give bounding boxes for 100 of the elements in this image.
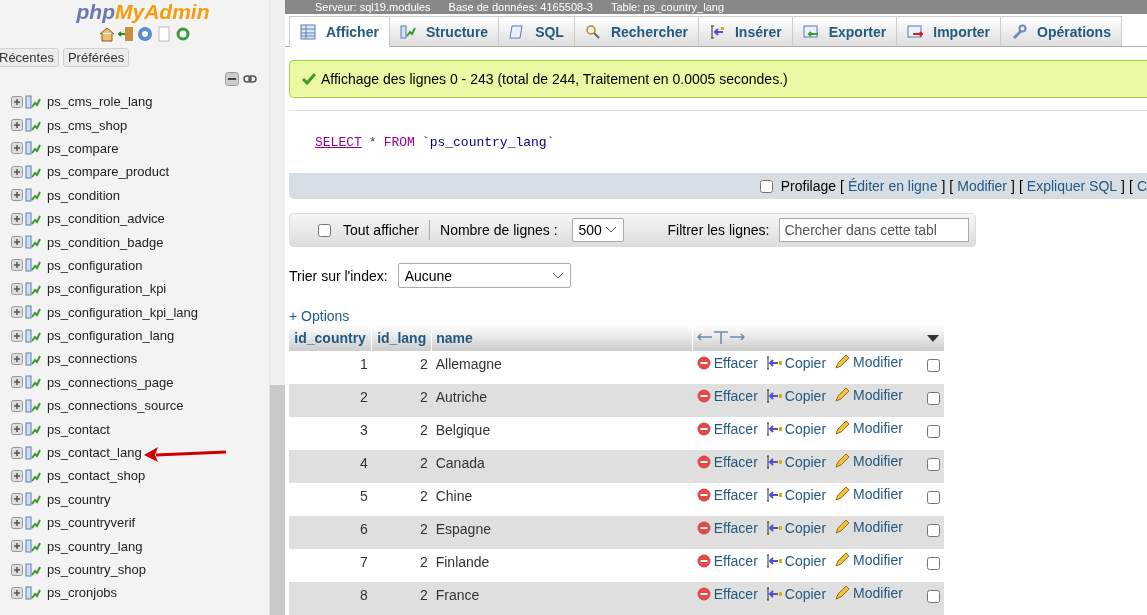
delete-link[interactable]: Effacer xyxy=(696,553,758,569)
table-tree-item[interactable]: ps_cronjobs xyxy=(0,581,269,605)
link[interactable]: Éditer en ligne xyxy=(847,178,938,194)
delete-link[interactable]: Effacer xyxy=(696,520,758,536)
copy-link[interactable]: Copier xyxy=(765,553,827,569)
table-tree-item[interactable]: ps_cms_shop xyxy=(0,113,269,137)
link-icon[interactable] xyxy=(243,72,257,86)
delete-link[interactable]: Effacer xyxy=(696,487,758,503)
column-header[interactable]: id_country xyxy=(289,325,372,351)
tab[interactable]: Structure xyxy=(388,16,500,46)
breadcrumb-link[interactable]: Table: ps_country_lang xyxy=(610,0,725,14)
copy-link[interactable]: Copier xyxy=(765,454,827,470)
delete-link[interactable]: Effacer xyxy=(696,421,758,437)
delete-link[interactable]: Effacer xyxy=(696,388,758,404)
edit-link[interactable]: Modifier xyxy=(834,585,903,601)
edit-link[interactable]: Modifier xyxy=(834,486,903,502)
table-tree-item[interactable]: ps_country_lang xyxy=(0,534,269,558)
table-tree-item[interactable]: ps_country xyxy=(0,487,269,512)
copy-link[interactable]: Copier xyxy=(765,388,827,404)
table-tree-item[interactable]: ps_countryverif xyxy=(0,511,269,535)
table-tree-item[interactable]: ps_cms_role_lang xyxy=(0,90,269,114)
copy-link[interactable]: Copier xyxy=(765,355,827,371)
copy-link[interactable]: Copier xyxy=(765,586,827,602)
tab[interactable]: Opérations xyxy=(1000,16,1122,46)
table-tree-item[interactable]: ps_connections xyxy=(0,347,269,371)
table-tree-item[interactable]: ps_condition_advice xyxy=(0,206,269,231)
delete-link[interactable]: Effacer xyxy=(696,355,758,371)
row-checkbox[interactable] xyxy=(926,490,940,504)
edit-link[interactable]: Modifier xyxy=(834,354,903,370)
edit-link[interactable]: Modifier xyxy=(834,387,903,403)
expand-icon[interactable] xyxy=(11,516,23,529)
sidebar-tab[interactable]: Préférées xyxy=(62,48,130,67)
column-header[interactable]: id_lang xyxy=(371,325,432,351)
table-tree-item[interactable]: ps_country_shop xyxy=(0,557,269,582)
expand-icon[interactable] xyxy=(11,189,23,202)
table-tree-item[interactable]: ps_condition_badge xyxy=(0,230,269,254)
expand-icon[interactable] xyxy=(11,586,23,599)
tab[interactable]: Afficher xyxy=(289,16,390,47)
checkbox[interactable] xyxy=(318,223,331,237)
column-header[interactable]: name xyxy=(431,325,693,351)
edit-link[interactable]: Modifier xyxy=(834,420,903,436)
expand-icon[interactable] xyxy=(11,353,23,365)
expand-icon[interactable] xyxy=(11,306,23,319)
expand-icon[interactable] xyxy=(11,142,23,155)
copy-link[interactable]: Copier xyxy=(765,421,827,437)
breadcrumb-link[interactable]: Base de données: 4165508-3 xyxy=(448,0,593,14)
expand-icon[interactable] xyxy=(11,399,23,412)
expand-icon[interactable] xyxy=(11,469,23,482)
tab[interactable]: Importer xyxy=(896,16,1002,46)
filter-input[interactable]: Chercher dans cette tabl xyxy=(779,218,970,242)
rows-select[interactable]: 500 xyxy=(571,218,624,242)
expand-icon[interactable] xyxy=(11,282,23,295)
table-tree-item[interactable]: ps_configuration_lang xyxy=(0,323,269,348)
table-tree-item[interactable]: ps_contact xyxy=(0,417,269,441)
table-tree-item[interactable]: ps_connections_page xyxy=(0,370,269,395)
tab[interactable]: Rechercher xyxy=(573,16,699,46)
checkbox[interactable] xyxy=(759,179,773,193)
tab[interactable]: Exporter xyxy=(791,16,898,46)
tab[interactable]: Insérer xyxy=(697,16,793,46)
index-select[interactable]: Aucune xyxy=(397,263,571,288)
row-checkbox[interactable] xyxy=(926,556,940,570)
edit-link[interactable]: Modifier xyxy=(834,453,903,469)
row-checkbox[interactable] xyxy=(926,358,940,372)
options-link[interactable]: + Options xyxy=(289,308,1147,324)
copy-link[interactable]: Copier xyxy=(765,487,827,503)
row-checkbox[interactable] xyxy=(926,424,940,438)
table-tree-item[interactable]: ps_contact_shop xyxy=(0,464,269,488)
delete-link[interactable]: Effacer xyxy=(696,454,758,470)
table-tree-item[interactable]: ps_condition xyxy=(0,183,269,207)
expand-icon[interactable] xyxy=(11,446,23,459)
link[interactable]: Expliquer SQL xyxy=(1026,178,1118,194)
table-tree-item[interactable]: ps_compare xyxy=(0,136,269,161)
table-tree-item[interactable]: ps_configuration_kpi_lang xyxy=(0,300,269,324)
table-tree-item[interactable]: ps_compare_product xyxy=(0,160,269,184)
expand-icon[interactable] xyxy=(11,423,23,436)
expand-icon[interactable] xyxy=(11,212,23,225)
expand-icon[interactable] xyxy=(11,119,23,132)
edit-link[interactable]: Modifier xyxy=(834,519,903,535)
sidebar-tab[interactable]: Récentes xyxy=(0,48,59,67)
row-checkbox[interactable] xyxy=(926,457,940,471)
row-checkbox[interactable] xyxy=(926,589,940,603)
tab[interactable]: SQL xyxy=(498,16,575,46)
expand-icon[interactable] xyxy=(11,540,23,553)
collapse-icon[interactable] xyxy=(225,72,239,86)
row-checkbox[interactable] xyxy=(926,523,940,537)
link[interactable]: C xyxy=(1136,178,1147,194)
row-checkbox[interactable] xyxy=(926,391,940,405)
dropdown-icon[interactable] xyxy=(927,334,940,343)
link[interactable]: Modifier xyxy=(957,178,1008,194)
expand-icon[interactable] xyxy=(11,563,23,576)
table-tree-item[interactable]: ps_configuration_kpi xyxy=(0,277,269,301)
breadcrumb-link[interactable]: Serveur: sql19.modules xyxy=(315,0,431,14)
expand-icon[interactable] xyxy=(11,165,23,178)
arrows-icon[interactable] xyxy=(697,329,746,344)
expand-icon[interactable] xyxy=(11,95,23,108)
exit-icon[interactable] xyxy=(117,26,134,42)
expand-icon[interactable] xyxy=(11,376,23,389)
table-tree-item[interactable]: ps_contact_lang xyxy=(0,440,269,465)
sql-keyword[interactable]: SELECT xyxy=(315,134,362,150)
edit-link[interactable]: Modifier xyxy=(834,552,903,568)
